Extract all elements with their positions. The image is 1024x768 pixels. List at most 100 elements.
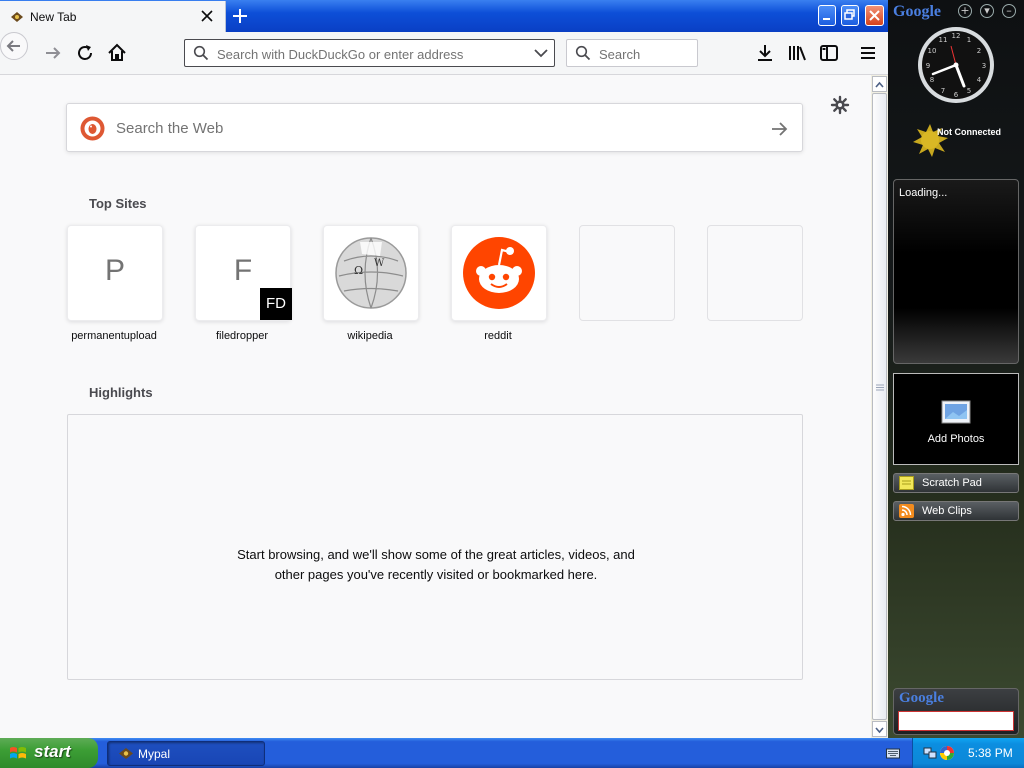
google-search-input[interactable] [898, 711, 1014, 731]
web-clips-gadget[interactable]: Web Clips [893, 501, 1019, 521]
gadget-label: Web Clips [922, 505, 972, 517]
tile-letter: P [104, 254, 125, 287]
web-search-input[interactable] [114, 119, 738, 138]
library-icon[interactable] [786, 42, 808, 64]
grip-icon [876, 384, 884, 391]
top-site-label: permanentupload [71, 330, 157, 342]
start-button[interactable]: start [0, 738, 98, 768]
browser-window: New Tab Search with DuckDuckGo or enter … [0, 0, 888, 738]
minimize-button[interactable] [818, 5, 836, 26]
svg-text:1: 1 [967, 36, 971, 44]
chevron-down-icon[interactable] [534, 48, 548, 58]
tab-title: New Tab [30, 10, 77, 24]
search-input[interactable] [599, 46, 694, 62]
google-logo: Google [899, 690, 944, 707]
highlights-empty-message: Start browsing, and we'll show some of t… [237, 547, 635, 582]
highlights-empty-panel: Start browsing, and we'll show some of t… [67, 414, 803, 680]
reload-icon[interactable] [74, 42, 96, 64]
search-bar[interactable] [566, 39, 698, 67]
vertical-scrollbar[interactable] [871, 75, 888, 738]
tab-new-tab[interactable]: New Tab [0, 1, 226, 32]
svg-text:11: 11 [939, 36, 948, 44]
restore-icon [844, 9, 855, 20]
google-desktop-tray-icon[interactable] [939, 745, 955, 761]
navigation-toolbar [0, 32, 888, 75]
taskbar-item-label: Mypal [138, 747, 171, 761]
news-gadget[interactable]: Loading... [893, 179, 1019, 364]
top-site-label: reddit [484, 330, 512, 342]
keyboard-icon[interactable] [886, 747, 900, 759]
svg-text:4: 4 [977, 76, 982, 84]
back-button[interactable] [0, 32, 28, 60]
address-input[interactable] [217, 46, 517, 62]
back-arrow-icon [6, 40, 20, 52]
top-site-empty-slot [579, 225, 675, 321]
rss-feed-icon [899, 504, 914, 518]
gadget-label: Scratch Pad [922, 477, 982, 489]
add-gadget-button[interactable]: + [958, 4, 972, 18]
svg-text:3: 3 [982, 62, 986, 70]
svg-text:8: 8 [930, 76, 934, 84]
mypal-favicon-icon [11, 12, 23, 22]
chevron-up-icon [875, 81, 884, 88]
google-logo: Google [893, 3, 941, 21]
restore-button[interactable] [841, 5, 859, 26]
downloads-icon[interactable] [754, 42, 776, 64]
analog-clock-icon: 12 123 4567 891011 [918, 27, 994, 103]
filedropper-logo-badge: FD [260, 288, 292, 320]
svg-text:2: 2 [977, 47, 981, 55]
connection-status-text: Not Connected [937, 127, 1001, 137]
wikipedia-globe-icon: Ω W [335, 237, 407, 309]
sidebar-toggle-icon[interactable] [818, 42, 840, 64]
scrollbar-thumb[interactable] [872, 93, 887, 720]
sticky-note-icon [899, 476, 914, 490]
windows-flag-icon [10, 747, 26, 759]
start-label: start [34, 742, 71, 761]
top-site-tile-permanentupload[interactable]: P [67, 225, 163, 321]
taskbar-item-mypal[interactable]: Mypal [107, 741, 265, 766]
logo-text: Google [899, 690, 944, 706]
duckduckgo-logo-icon [80, 116, 105, 141]
hamburger-menu-icon[interactable] [857, 42, 879, 64]
add-photos-label: Add Photos [927, 433, 985, 445]
close-window-button[interactable] [865, 5, 884, 26]
connection-status-icon [913, 124, 948, 157]
top-site-label: filedropper [216, 330, 268, 342]
sidebar-menu-button[interactable]: ▾ [980, 4, 994, 18]
svg-text:7: 7 [941, 87, 945, 95]
taskbar-clock[interactable]: 5:38 PM [968, 746, 1013, 760]
svg-text:Ω: Ω [354, 264, 363, 277]
svg-text:12: 12 [952, 32, 961, 40]
google-desktop-sidebar: Google + ▾ – 12 1 2 3 4567 8 9 10 11 Not Conne… [888, 0, 1024, 738]
svg-text:5: 5 [967, 87, 971, 95]
scroll-up-button[interactable] [872, 76, 887, 92]
minimize-icon [823, 18, 830, 20]
new-tab-page: Top Sites P permanentupload F FD filedro… [0, 75, 871, 738]
web-search-box[interactable] [66, 103, 803, 152]
scroll-down-button[interactable] [872, 721, 887, 737]
network-tray-icon[interactable] [923, 746, 937, 760]
svg-text:9: 9 [926, 62, 930, 70]
home-icon[interactable] [106, 42, 128, 64]
svg-text:W: W [374, 258, 385, 269]
gear-icon[interactable] [830, 95, 850, 115]
logo-text: Google [893, 3, 941, 20]
top-site-tile-wikipedia[interactable]: Ω W [323, 225, 419, 321]
title-bar: New Tab [0, 0, 888, 32]
top-site-tile-reddit[interactable] [451, 225, 547, 321]
reddit-logo-icon [463, 237, 535, 309]
svg-text:10: 10 [928, 47, 937, 55]
forward-arrow-icon[interactable] [42, 42, 64, 64]
arrow-right-icon[interactable] [770, 120, 788, 138]
scratch-pad-gadget[interactable]: Scratch Pad [893, 473, 1019, 493]
photos-gadget[interactable]: Add Photos [893, 373, 1019, 465]
address-bar[interactable] [184, 39, 555, 67]
minimize-sidebar-button[interactable]: – [1002, 4, 1016, 18]
tile-letter: F [233, 254, 253, 287]
top-sites-heading: Top Sites [89, 196, 147, 211]
top-site-tile-filedropper[interactable]: F FD [195, 225, 292, 321]
top-site-label: wikipedia [347, 330, 393, 342]
close-tab-icon[interactable] [200, 9, 214, 23]
new-tab-plus-icon[interactable] [231, 7, 249, 25]
news-loading-text: Loading... [899, 187, 948, 199]
